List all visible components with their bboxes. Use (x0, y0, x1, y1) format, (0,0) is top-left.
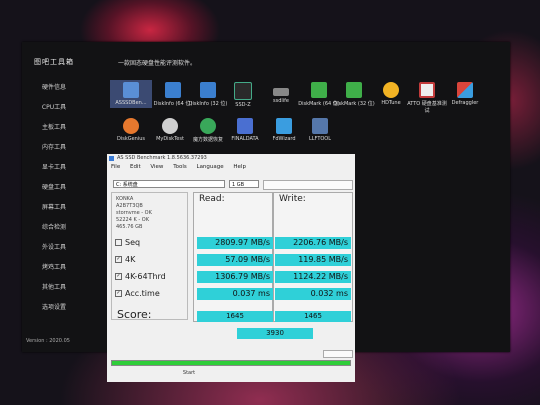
drive-firmware: A2B7T3QB (116, 203, 143, 209)
diskinfo-icon (165, 82, 181, 98)
4k64-checkbox[interactable]: ✓ (115, 273, 122, 280)
sidebar-item-stress[interactable]: 烤鸡工具 (22, 262, 86, 271)
size-select[interactable]: 1 GB (229, 180, 259, 188)
ssdlife-icon (273, 88, 289, 96)
sidebar-item-motherboard[interactable]: 主板工具 (22, 122, 86, 131)
sidebar-item-screen[interactable]: 屏幕工具 (22, 202, 86, 211)
app-label: SSD-Z (235, 102, 251, 108)
sidebar-item-overall[interactable]: 综合检测 (22, 222, 86, 231)
app-label: MyDiskTest (156, 136, 184, 142)
sidebar-item-other[interactable]: 其他工具 (22, 282, 86, 291)
app-recovery[interactable]: 魔方数据恢复 (187, 118, 229, 143)
app-diskmark-32[interactable]: DiskMark (32 位) (333, 82, 375, 107)
finaldata-icon (237, 118, 253, 134)
menu-language[interactable]: Language (197, 164, 224, 170)
app-label: LLFTOOL (308, 136, 332, 142)
score-write-value: 1465 (275, 311, 351, 322)
app-description: 一款固态硬盘性能评测软件。 (118, 60, 197, 67)
drive-alignment: 52224 K - OK (116, 217, 149, 223)
acctime-read-value: 0.037 ms (197, 288, 273, 300)
asssd-titlebar: AS SSD Benchmark 1.8.5636.37293 (107, 154, 355, 164)
4k-read-value: 57.09 MB/s (197, 254, 273, 266)
4k64-read-value: 1306.79 MB/s (197, 271, 273, 283)
atto-icon (419, 82, 435, 98)
4k-checkbox[interactable]: ✓ (115, 256, 122, 263)
diskmark-icon (346, 82, 362, 98)
app-label: DiskGenius (116, 136, 146, 142)
score-label: Score: (117, 308, 152, 321)
ssdz-icon (234, 82, 252, 100)
seq-read-value: 2809.97 MB/s (197, 237, 273, 249)
progress-bar (111, 360, 351, 366)
version-label: Version : 2020.05 (26, 338, 70, 344)
elapsed-time-box (323, 350, 353, 358)
start-button[interactable]: Start (177, 370, 201, 376)
app-llftool[interactable]: LLFTOOL (299, 118, 341, 142)
recovery-icon (200, 118, 216, 134)
app-label: FINALDATA (231, 136, 259, 142)
mydisktest-icon (162, 118, 178, 134)
app-mydisktest[interactable]: MyDiskTest (149, 118, 191, 142)
app-label: ATTO 硬盘基准测试 (407, 101, 447, 114)
sidebar-item-memory[interactable]: 内存工具 (22, 142, 86, 151)
drive-model: KONKA (116, 196, 134, 202)
asssd-app-icon (109, 156, 114, 161)
defraggler-icon (457, 82, 473, 98)
app-asssd[interactable]: ASSSDBen... (110, 80, 152, 108)
asssd-title: AS SSD Benchmark 1.8.5636.37293 (117, 155, 207, 161)
llftool-icon (312, 118, 328, 134)
menu-tools[interactable]: Tools (173, 164, 187, 170)
app-atto[interactable]: ATTO 硬盘基准测试 (406, 82, 448, 114)
app-title: 图吧工具箱 (34, 58, 74, 66)
app-label: ssdlife (273, 98, 289, 104)
sidebar-item-disk[interactable]: 硬盘工具 (22, 182, 86, 191)
status-box (263, 180, 353, 190)
drive-capacity: 465.76 GB (116, 224, 143, 230)
app-ssdlife[interactable]: ssdlife (260, 82, 302, 104)
asssd-window: AS SSD Benchmark 1.8.5636.37293 File Edi… (107, 154, 355, 382)
sidebar-item-settings[interactable]: 选项设置 (22, 302, 86, 311)
hdtune-icon (383, 82, 399, 98)
drive-select[interactable]: C: 系统盘 (113, 180, 225, 188)
row-seq-label[interactable]: Seq (115, 238, 140, 247)
menu-file[interactable]: File (111, 164, 120, 170)
menu-edit[interactable]: Edit (130, 164, 141, 170)
app-diskgenius[interactable]: DiskGenius (110, 118, 152, 142)
diskmark-icon (311, 82, 327, 98)
fdwizard-icon (276, 118, 292, 134)
sidebar-item-hardware-info[interactable]: 硬件信息 (22, 82, 86, 91)
4k-write-value: 119.85 MB/s (275, 254, 351, 266)
sidebar-item-cpu[interactable]: CPU工具 (22, 102, 86, 111)
drive-driver: stornvme - OK (116, 210, 152, 216)
app-label: 魔方数据恢复 (192, 137, 223, 143)
app-finaldata[interactable]: FINALDATA (224, 118, 266, 142)
menu-help[interactable]: Help (233, 164, 246, 170)
row-4k64-label[interactable]: ✓ 4K-64Thrd (115, 272, 166, 281)
seq-write-value: 2206.76 MB/s (275, 237, 351, 249)
app-ssdz[interactable]: SSD-Z (222, 82, 264, 108)
app-defraggler[interactable]: Defraggler (444, 82, 486, 106)
app-label: Defraggler (451, 100, 479, 106)
write-header: Write: (279, 194, 306, 204)
menu-view[interactable]: View (150, 164, 163, 170)
app-label: ASSSDBen... (115, 100, 147, 106)
as-ssd-icon (123, 82, 139, 98)
acctime-checkbox[interactable]: ✓ (115, 290, 122, 297)
diskgenius-icon (123, 118, 139, 134)
app-label: DiskMark (32 位) (333, 101, 375, 107)
read-header: Read: (199, 194, 225, 204)
asssd-menubar: File Edit View Tools Language Help (107, 164, 355, 173)
row-4k-label[interactable]: ✓ 4K (115, 255, 135, 264)
sidebar-item-gpu[interactable]: 显卡工具 (22, 162, 86, 171)
acctime-write-value: 0.032 ms (275, 288, 351, 300)
4k64-write-value: 1124.22 MB/s (275, 271, 351, 283)
sidebar-item-peripheral[interactable]: 外设工具 (22, 242, 86, 251)
diskinfo-icon (200, 82, 216, 98)
row-acctime-label[interactable]: ✓ Acc.time (115, 289, 160, 298)
score-read-value: 1645 (197, 311, 273, 322)
score-total-value: 3930 (237, 328, 313, 339)
seq-checkbox[interactable] (115, 239, 122, 246)
